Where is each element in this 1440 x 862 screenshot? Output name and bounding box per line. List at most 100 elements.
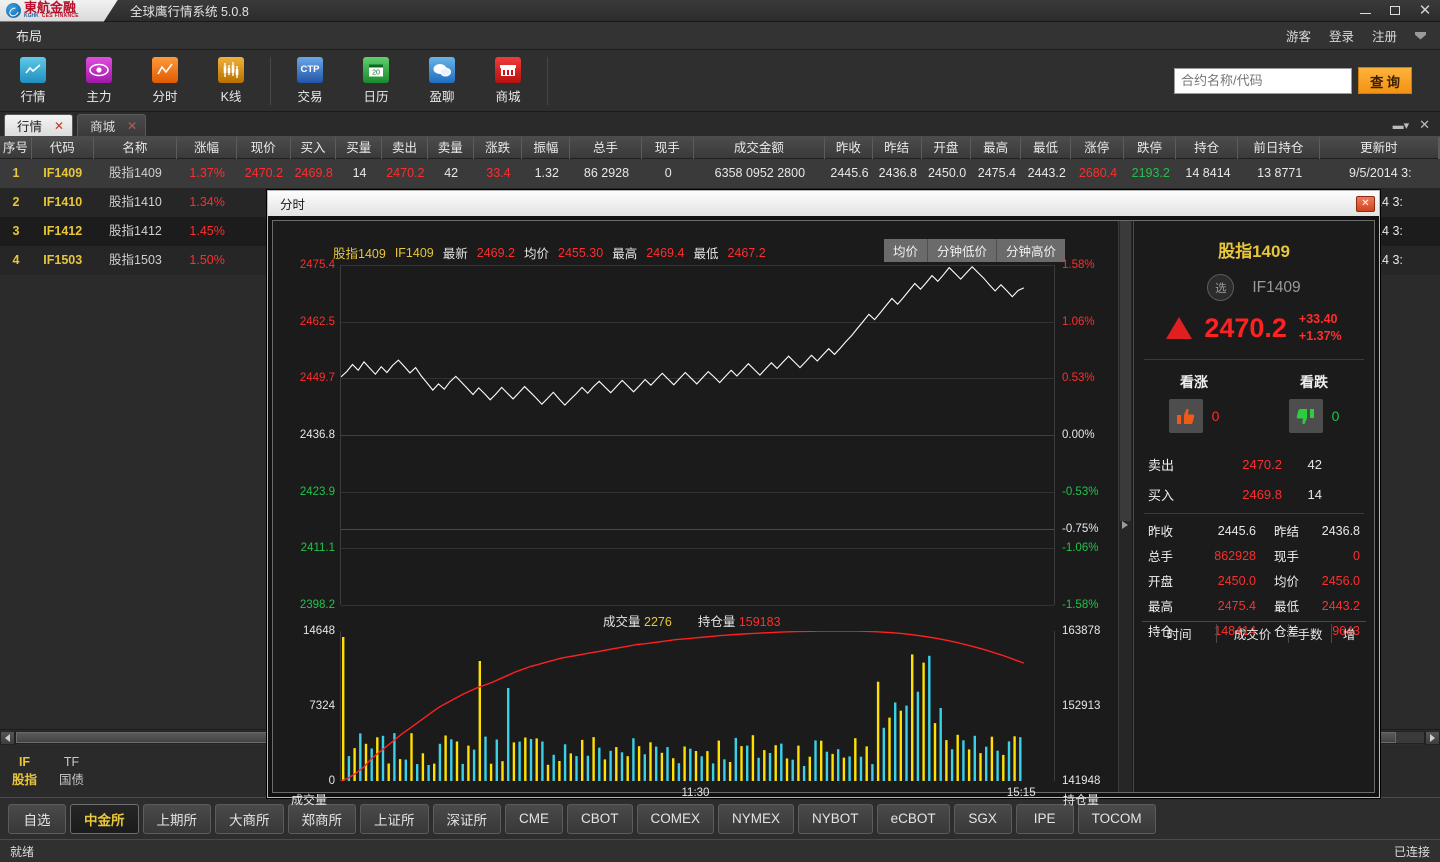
guest-label[interactable]: 游客 bbox=[1286, 26, 1311, 45]
column-header[interactable]: 最高 bbox=[971, 136, 1022, 159]
tool-button-kline[interactable]: K线 bbox=[198, 52, 264, 110]
column-header[interactable]: 现价 bbox=[237, 136, 291, 159]
exchange-button[interactable]: 上期所 bbox=[142, 803, 211, 834]
column-header[interactable]: 名称 bbox=[94, 136, 178, 159]
maximize-button[interactable] bbox=[1380, 1, 1410, 21]
minimize-button[interactable] bbox=[1350, 1, 1380, 21]
column-header[interactable]: 昨结 bbox=[873, 136, 922, 159]
exchange-button[interactable]: 自选 bbox=[8, 803, 66, 834]
exchange-button[interactable]: 大商所 bbox=[215, 803, 284, 834]
exchange-button[interactable]: SGX bbox=[953, 803, 1012, 834]
tab-quotes[interactable]: 行情 ✕ bbox=[4, 114, 74, 136]
tool-button-store[interactable]: 商城 bbox=[475, 52, 541, 110]
legend-instrument-code: IF1409 bbox=[394, 245, 434, 260]
cell-prev_close: 2445.6 bbox=[830, 166, 869, 180]
add-to-watchlist-button[interactable]: 选 bbox=[1207, 274, 1235, 301]
cell-bid: 2469.8 bbox=[294, 166, 333, 180]
exchange-button[interactable]: 上证所 bbox=[360, 803, 429, 834]
close-icon[interactable]: ✕ bbox=[54, 119, 64, 133]
close-button[interactable]: ✕ bbox=[1410, 1, 1440, 21]
column-header[interactable]: 持仓 bbox=[1176, 136, 1239, 159]
column-header[interactable]: 现手 bbox=[642, 136, 694, 159]
tab-close-all-icon[interactable]: ✕ bbox=[1419, 117, 1430, 133]
price-plot[interactable]: 2475.4 1.58% 2462.5 1.06% 2449.7 0.53% 2436.8 0… bbox=[300, 259, 1099, 611]
tab-list-menu-icon[interactable]: ▬▾ bbox=[1393, 119, 1410, 132]
column-header[interactable]: 涨停 bbox=[1071, 136, 1124, 159]
column-header[interactable]: 总手 bbox=[570, 136, 642, 159]
tool-button-timeline[interactable]: 分时 bbox=[132, 52, 198, 110]
column-header[interactable]: 涨跌 bbox=[474, 136, 523, 159]
column-header[interactable]: 成交金额 bbox=[694, 136, 825, 159]
volume-label: 成交量 bbox=[603, 615, 641, 629]
column-header[interactable]: 卖量 bbox=[428, 136, 474, 159]
volume-plot[interactable]: 14648 163878 7324 152913 0 141948 bbox=[303, 625, 1100, 787]
tick-column-header[interactable]: 时间 bbox=[1142, 624, 1218, 643]
column-header[interactable]: 涨幅 bbox=[177, 136, 237, 159]
column-header[interactable]: 开盘 bbox=[922, 136, 972, 159]
chevron-down-icon[interactable] bbox=[1415, 31, 1426, 40]
exchange-button[interactable]: IPE bbox=[1015, 803, 1074, 834]
tick-column-header[interactable]: 增 bbox=[1332, 624, 1366, 643]
scroll-thumb[interactable] bbox=[1120, 221, 1131, 521]
close-icon[interactable]: ✕ bbox=[127, 119, 137, 133]
table-row[interactable]: 1 IF1409 股指1409 1.37% 2470.2 2469.8 14 2470.2 42… bbox=[0, 159, 1440, 188]
exchange-button[interactable]: 中金所 bbox=[70, 803, 139, 834]
column-header[interactable]: 振幅 bbox=[522, 136, 571, 159]
chart-window-close-button[interactable]: ✕ bbox=[1356, 195, 1375, 212]
exchange-button[interactable]: TOCOM bbox=[1077, 803, 1156, 834]
thumbs-up-icon[interactable] bbox=[1168, 399, 1203, 433]
exchange-button[interactable]: eCBOT bbox=[876, 803, 950, 834]
exchange-button[interactable]: 郑商所 bbox=[287, 803, 356, 834]
search-input[interactable] bbox=[1174, 67, 1352, 94]
tool-button-calendar[interactable]: 20 日历 bbox=[343, 52, 409, 110]
login-link[interactable]: 登录 bbox=[1329, 26, 1354, 45]
column-header[interactable]: 最低 bbox=[1021, 136, 1071, 159]
column-header[interactable]: 昨收 bbox=[825, 136, 873, 159]
chart-window-titlebar[interactable]: 分时 ✕ bbox=[268, 191, 1379, 216]
exchange-button[interactable]: CBOT bbox=[567, 803, 633, 834]
product-tab-tf[interactable]: TF 国债 bbox=[59, 753, 84, 789]
tool-button-quotes[interactable]: 行情 bbox=[0, 52, 66, 110]
column-header[interactable]: 买入 bbox=[291, 136, 337, 159]
percent-axis-label: 0.00% bbox=[1062, 429, 1095, 441]
mode-button-minute-high[interactable]: 分钟高价 bbox=[996, 239, 1065, 262]
cell-high: 2475.4 bbox=[977, 166, 1016, 180]
product-tab-if[interactable]: IF 股指 bbox=[12, 753, 37, 789]
tick-column-header[interactable]: 手数 bbox=[1289, 624, 1333, 643]
chart-window-title: 分时 bbox=[280, 198, 306, 212]
exchange-button[interactable]: 深证所 bbox=[432, 803, 501, 834]
exchange-button[interactable]: CME bbox=[505, 803, 563, 834]
column-header[interactable]: 买量 bbox=[336, 136, 383, 159]
bid-label: 买入 bbox=[1148, 487, 1175, 503]
exchange-button[interactable]: NYMEX bbox=[718, 803, 795, 834]
mode-button-minute-low[interactable]: 分钟低价 bbox=[927, 239, 997, 262]
scroll-left-button[interactable] bbox=[0, 730, 15, 745]
search-button[interactable]: 查询 bbox=[1358, 67, 1412, 94]
column-header[interactable]: 卖出 bbox=[382, 136, 428, 159]
column-header[interactable]: 代码 bbox=[32, 136, 94, 159]
tool-button-trade[interactable]: CTP 交易 bbox=[277, 52, 343, 110]
stat-value: 2445.6 bbox=[1217, 523, 1256, 538]
calendar-icon: 20 bbox=[363, 56, 389, 83]
register-link[interactable]: 注册 bbox=[1372, 26, 1397, 45]
column-header[interactable]: 跌停 bbox=[1124, 136, 1177, 159]
column-header[interactable]: 序号 bbox=[0, 136, 32, 159]
product-code: TF bbox=[63, 755, 80, 769]
scroll-right-button[interactable] bbox=[1425, 730, 1440, 745]
exchange-button[interactable]: NYBOT bbox=[798, 803, 873, 834]
column-header[interactable]: 前日持仓 bbox=[1238, 136, 1320, 159]
tool-button-chat[interactable]: 盈聊 bbox=[409, 52, 475, 110]
column-header[interactable]: 更新时 bbox=[1320, 136, 1440, 159]
status-left: 就绪 bbox=[10, 844, 35, 859]
chart-vscrollbar[interactable] bbox=[1118, 221, 1132, 792]
menu-item-layout[interactable]: 布局 bbox=[6, 26, 52, 45]
exchange-button[interactable]: COMEX bbox=[636, 803, 715, 834]
eye-icon bbox=[86, 56, 112, 83]
mode-button-average[interactable]: 均价 bbox=[883, 239, 928, 262]
tick-column-header[interactable]: 成交价 bbox=[1217, 624, 1289, 643]
thumbs-down-icon[interactable] bbox=[1288, 399, 1323, 433]
tool-button-main-force[interactable]: 主力 bbox=[66, 52, 132, 110]
tab-store[interactable]: 商城 ✕ bbox=[77, 114, 147, 136]
tool-label: 行情 bbox=[20, 89, 46, 104]
chevron-right-icon[interactable] bbox=[1122, 521, 1128, 529]
